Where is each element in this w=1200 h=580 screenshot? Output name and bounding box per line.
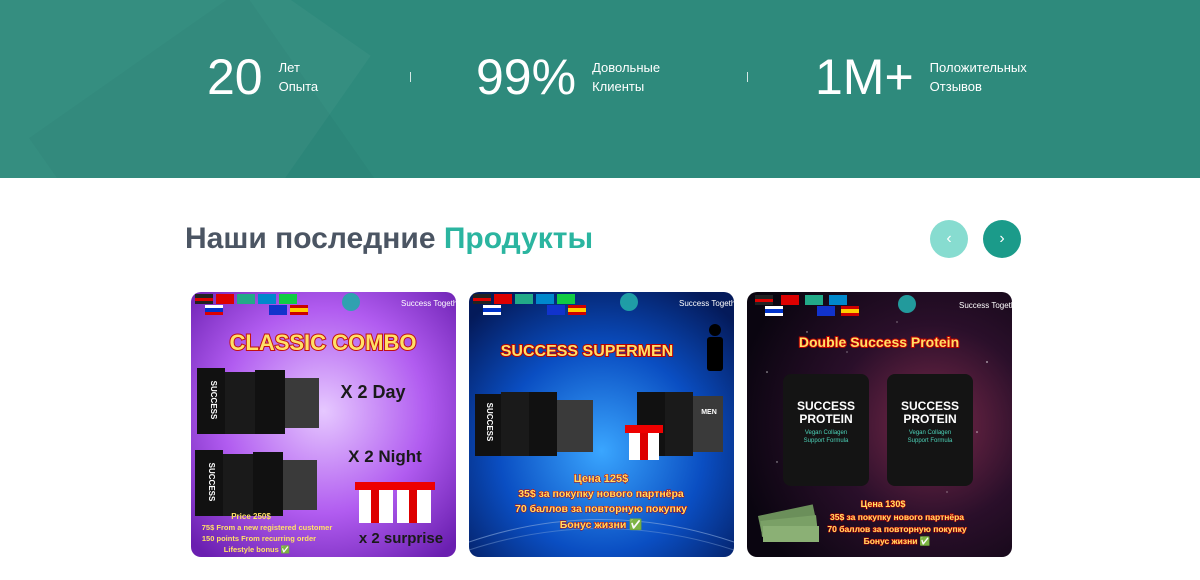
stat-number: 20 (207, 49, 263, 105)
svg-text:PROTEIN: PROTEIN (903, 412, 956, 426)
section-title-main: Наши последние (185, 222, 436, 255)
box-label: SUCCESS (209, 381, 218, 420)
carousel-next-button[interactable]: › (983, 220, 1021, 258)
svg-text:Support Formula: Support Formula (804, 438, 849, 444)
product-line-b: X 2 Night (348, 447, 422, 466)
stats-band: 20 Лет Опыта 99% Довольные Клиенты 1M+ П… (0, 0, 1200, 178)
protein-pouch: SUCCESS PROTEIN Vegan Collagen Support F… (887, 374, 973, 486)
stat-label: Лет Опыта (279, 58, 319, 96)
svg-text:SUCCESS: SUCCESS (901, 399, 959, 413)
svg-text:PROTEIN: PROTEIN (799, 412, 852, 426)
box-label: SUCCESS (485, 403, 494, 442)
product-promo: 70 баллов за повторную покупку (515, 503, 687, 515)
product-line-a: X 2 Day (340, 382, 405, 402)
product-price: Цена 130$ (861, 499, 906, 509)
product-headline: CLASSIC COMBO (230, 330, 417, 355)
section-title: Наши последние Продукты (185, 222, 593, 256)
stat-clients: 99% Довольные Клиенты (476, 52, 660, 102)
product-headline: Double Success Protein (799, 334, 959, 350)
product-promo: 35$ за покупку нового партнёра (518, 488, 684, 500)
product-extra: x 2 surprise (359, 530, 443, 547)
box-label: MEN (701, 409, 717, 416)
product-promo: 70 баллов за повторную покупку (827, 524, 967, 534)
chevron-left-icon: ‹ (946, 230, 952, 247)
stat-label-line: Положительных (929, 60, 1027, 75)
chevron-right-icon: › (999, 230, 1005, 247)
stat-label: Положительных Отзывов (930, 58, 1027, 96)
svg-text:SUCCESS: SUCCESS (797, 399, 855, 413)
svg-text:Vegan Collagen: Vegan Collagen (909, 430, 951, 436)
product-promo: 35$ за покупку нового партнёра (830, 512, 964, 522)
stat-divider (747, 72, 748, 82)
product-headline: SUCCESS SUPERMEN (501, 343, 673, 360)
stat-experience: 20 Лет Опыта (207, 52, 318, 102)
silhouette-icon (707, 324, 723, 371)
gift-icon (625, 425, 663, 460)
svg-text:Support Formula: Support Formula (908, 438, 953, 444)
stat-divider (410, 72, 411, 82)
section-title-accent: Продукты (443, 222, 594, 255)
carousel-prev-button[interactable]: ‹ (930, 220, 968, 258)
stat-number: 99% (476, 49, 577, 105)
product-image: Success Together CLASSIC COMBO SUCCESS X… (191, 292, 456, 557)
stat-label-line: Отзывов (929, 79, 982, 94)
svg-text:Vegan Collagen: Vegan Collagen (805, 430, 847, 436)
product-card-classic-combo[interactable]: Success Together CLASSIC COMBO SUCCESS X… (191, 292, 456, 557)
product-image: Success Together SUCCESS SUPERMEN SUCCES… (469, 292, 734, 557)
stat-label-line: Довольные (592, 60, 661, 75)
product-promo: Lifestyle bonus ✅ (224, 545, 290, 554)
product-card-double-protein[interactable]: Success Together Double Success Protein … (747, 292, 1012, 557)
stat-number: 1M+ (815, 49, 914, 105)
stat-label: Довольные Клиенты (592, 58, 660, 96)
protein-pouch: SUCCESS PROTEIN Vegan Collagen Support F… (783, 374, 869, 486)
box-label: SUCCESS (207, 463, 216, 502)
brand-text: Success Together (401, 299, 456, 308)
stat-label-line: Опыта (278, 79, 319, 94)
product-image: Success Together Double Success Protein … (747, 292, 1012, 557)
product-promo: 150 points From recurring order (202, 534, 316, 543)
product-price: Цена 125$ (574, 473, 629, 485)
stat-reviews: 1M+ Положительных Отзывов (815, 52, 1027, 102)
product-promo: Бонус жизни ✅ (560, 518, 643, 531)
stat-label-line: Клиенты (592, 79, 645, 94)
product-price: Price 250$ (231, 512, 271, 521)
product-card-success-supermen[interactable]: Success Together SUCCESS SUPERMEN SUCCES… (469, 292, 734, 557)
product-promo: 75$ From a new registered customer (202, 523, 333, 532)
product-promo: Бонус жизни ✅ (864, 536, 931, 546)
brand-text: Success Together (959, 301, 1012, 310)
brand-text: Success Together (679, 299, 734, 308)
stat-label-line: Лет (278, 60, 300, 75)
